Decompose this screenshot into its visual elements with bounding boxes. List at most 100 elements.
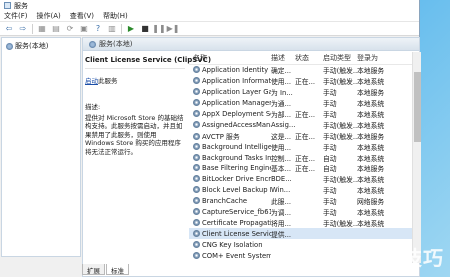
forward-arrow-icon[interactable]: ⇨ [18, 24, 28, 34]
table-row[interactable]: Background Tasks Infrastru...控制...正在... 自… [189, 152, 421, 163]
service-description-cell: 为部... [271, 109, 295, 119]
table-row[interactable]: BranchCache 此服... 手动 网络服务 [189, 196, 421, 207]
menu-help[interactable]: 帮助(H) [103, 11, 128, 21]
service-name-cell: Application Management [189, 99, 271, 107]
service-startup-type-cell: 手动(触发... [323, 174, 357, 184]
service-name-cell-text: Background Intelligent Tra... [202, 142, 271, 151]
pause-service-icon[interactable]: ❚❚ [152, 24, 165, 34]
service-description-cell: 为通... [271, 98, 295, 108]
service-status-cell-text: 正在... [295, 165, 316, 174]
service-name-cell: Client License Service (Clip... [189, 229, 271, 238]
service-status-cell: 正在... [295, 153, 323, 163]
menu-bar: 文件(F) 操作(A) 查看(V) 帮助(H) [0, 11, 419, 22]
services-window: 服务 文件(F) 操作(A) 查看(V) 帮助(H) ⇦ ⇨ ▦ ▤ ⟳ ▣ ?… [0, 0, 421, 277]
service-name-cell: AVCTP 服务 [189, 131, 271, 141]
gear-icon [193, 88, 200, 96]
tree-item-services-local[interactable]: 服务(本地) [4, 40, 78, 52]
service-name-cell: Certificate Propagation [189, 218, 271, 227]
service-startup-type-cell-text: 手动 [323, 187, 337, 196]
table-row[interactable]: Certificate Propagation将用... 手动(触发...本地系统 [189, 217, 421, 228]
column-header-status[interactable]: 状态 [295, 53, 323, 63]
table-row[interactable]: AVCTP 服务 这是... 正在... 手动(触发... 本地服务 [189, 130, 421, 141]
service-startup-type-cell-text: 自动 [323, 154, 337, 163]
table-row[interactable]: AssignedAccessManager ...Assig... 手动(触发..… [189, 119, 421, 130]
properties-icon[interactable]: ▥ [107, 24, 117, 34]
start-service-line: 启动此服务 [85, 77, 185, 86]
service-name-cell: Base Filtering Engine [189, 164, 271, 172]
export-list-icon[interactable]: ▣ [79, 24, 89, 34]
services-list: 名称 描述 状态 启动类型 登录为 Application Identity 确定… [189, 52, 421, 263]
service-name-cell: BranchCache [189, 197, 271, 205]
table-row[interactable]: Application Layer Gateway ...为 In... 手动 本地… [189, 87, 421, 98]
tab-extended[interactable]: 扩展 [82, 264, 105, 275]
menu-view[interactable]: 查看(V) [70, 11, 94, 21]
show-hide-console-tree-icon[interactable]: ▦ [37, 24, 47, 34]
service-startup-type-cell-text: 手动 [323, 100, 337, 109]
service-name-cell: COM+ Event System [189, 251, 271, 260]
service-name-cell-text: BranchCache [202, 197, 248, 206]
title-bar[interactable]: 服务 [0, 0, 419, 11]
back-arrow-icon[interactable]: ⇦ [4, 24, 14, 34]
service-description-cell: 此服... [271, 196, 295, 206]
main-pane-header: 服务(本地) [83, 38, 419, 51]
table-row[interactable]: Base Filtering Engine 基本... 正在... 自动 本地服务 [189, 163, 421, 174]
service-startup-type-cell-text: 自动 [323, 165, 337, 174]
service-startup-type-cell: 手动 [323, 185, 357, 195]
service-startup-type-cell-text: 手动(触发... [323, 219, 357, 228]
service-description-cell-text: 使用... [271, 143, 292, 152]
start-service-icon[interactable]: ▶ [126, 24, 136, 34]
table-row[interactable]: BitLocker Drive Encryption ...BDE... 手动(触… [189, 174, 421, 185]
service-name-cell-text: Base Filtering Engine [202, 164, 271, 173]
service-name-cell-text: Block Level Backup Engine ... [202, 186, 271, 195]
service-log-on-as-cell-text: 本地系统 [357, 100, 385, 109]
service-name-cell-text: AVCTP 服务 [202, 132, 240, 141]
service-startup-type-cell: 自动 [323, 153, 357, 163]
column-header-description[interactable]: 描述 [271, 53, 295, 63]
list-header: 名称 描述 状态 启动类型 登录为 [189, 52, 421, 65]
vertical-scrollbar[interactable] [412, 52, 421, 263]
table-row[interactable]: Block Level Backup Engine ...Win... 手动 本地系… [189, 185, 421, 196]
scrollbar-thumb[interactable] [414, 72, 421, 142]
service-status-cell-text: 正在... [295, 154, 316, 163]
table-row[interactable]: Application Information使用...正在... 手动(触发..… [189, 76, 421, 87]
help-icon[interactable]: ? [93, 24, 103, 34]
table-row[interactable]: CaptureService_fb61c 为调... 手动 本地系统 [189, 207, 421, 218]
service-description-cell-text: 基本... [271, 165, 292, 174]
service-detail-panel: Client License Service (ClipSVC) 启动此服务 描… [85, 56, 211, 156]
table-row[interactable]: AppX Deployment Service (...为部...正在... 手动… [189, 109, 421, 120]
view-tabs: 扩展 标准 [82, 264, 129, 275]
service-description-cell-text: 将用... [271, 219, 292, 228]
restart-service-icon[interactable]: ▶❚ [167, 24, 180, 34]
service-name-cell: Block Level Backup Engine ... [189, 186, 271, 194]
menu-file[interactable]: 文件(F) [4, 11, 28, 21]
service-startup-type-cell: 手动(触发... [323, 131, 357, 141]
service-name-cell-text: COM+ Event System [202, 251, 271, 260]
service-startup-type-cell: 手动 [323, 98, 357, 108]
stop-service-icon[interactable]: ■ [140, 24, 150, 34]
service-name-cell: AppX Deployment Service (... [189, 110, 271, 118]
refresh-icon[interactable]: ⟳ [65, 24, 75, 34]
tab-standard[interactable]: 标准 [106, 264, 129, 275]
list-view-icon[interactable]: ▤ [51, 24, 61, 34]
table-row[interactable]: Application Management为通... 手动 本地系统 [189, 98, 421, 109]
column-header-name[interactable]: 名称 [189, 53, 271, 63]
service-startup-type-cell: 手动(触发... [323, 65, 357, 75]
service-startup-type-cell: 手动 [323, 207, 357, 217]
tree-item-label: 服务(本地) [15, 42, 49, 50]
toolbar: ⇦ ⇨ ▦ ▤ ⟳ ▣ ? ▥ ▶ ■ ❚❚ ▶❚ [0, 22, 419, 36]
gear-icon [193, 208, 200, 216]
table-row[interactable]: Background Intelligent Tra...使用... 手动 本地系统 [189, 141, 421, 152]
service-description-cell-text: 为 In... [271, 89, 293, 98]
service-name-cell: Application Information [189, 77, 271, 85]
service-description-cell-text: 确定... [271, 67, 292, 76]
start-service-link[interactable]: 启动 [85, 77, 98, 85]
console-tree: 服务(本地) [1, 37, 81, 257]
menu-action[interactable]: 操作(A) [37, 11, 61, 21]
table-row[interactable]: Client License Service (Clip...提供... [189, 228, 421, 240]
gear-icon [193, 186, 200, 194]
gear-icon [193, 197, 200, 205]
service-startup-type-cell: 手动 [323, 109, 357, 119]
table-row[interactable]: Application Identity 确定... 手动(触发... 本地服务 [189, 65, 421, 76]
gear-icon [193, 66, 200, 74]
column-header-startup-type[interactable]: 启动类型 [323, 53, 357, 63]
